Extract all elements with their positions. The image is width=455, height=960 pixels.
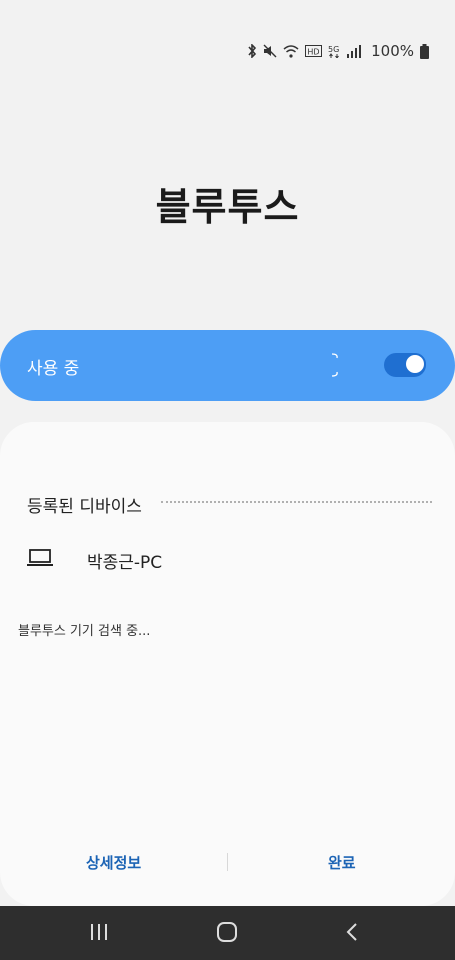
loading-spinner-icon <box>331 353 338 377</box>
svg-text:5G: 5G <box>328 45 339 54</box>
battery-percent: 100% <box>371 42 414 60</box>
signal-icon <box>347 44 362 58</box>
done-button[interactable]: 완료 <box>328 852 356 873</box>
5g-icon: 5G <box>328 45 339 58</box>
scanning-status: 블루투스 기기 검색 중... <box>18 624 151 639</box>
mute-icon <box>263 44 277 58</box>
device-row[interactable] <box>0 538 455 580</box>
home-icon[interactable] <box>215 920 239 944</box>
switch-knob <box>404 353 426 375</box>
button-divider <box>227 853 228 871</box>
svg-text:HD: HD <box>308 48 320 57</box>
status-bar: HD 5G 100% <box>247 38 429 64</box>
wifi-icon <box>283 44 299 58</box>
device-name: 박종근-PC <box>87 553 163 573</box>
section-divider <box>161 501 432 503</box>
recent-apps-icon[interactable] <box>89 920 109 944</box>
laptop-icon <box>27 549 53 566</box>
registered-devices-header: 등록된 디바이스 <box>27 497 142 517</box>
details-button[interactable]: 상세정보 <box>86 852 141 873</box>
toggle-label: 사용 중 <box>27 359 80 379</box>
hd-voice-icon: HD <box>305 45 323 57</box>
back-icon[interactable] <box>344 920 360 944</box>
page-title: 블루투스 <box>155 185 300 229</box>
battery-icon <box>420 43 429 59</box>
bluetooth-icon <box>248 44 257 58</box>
